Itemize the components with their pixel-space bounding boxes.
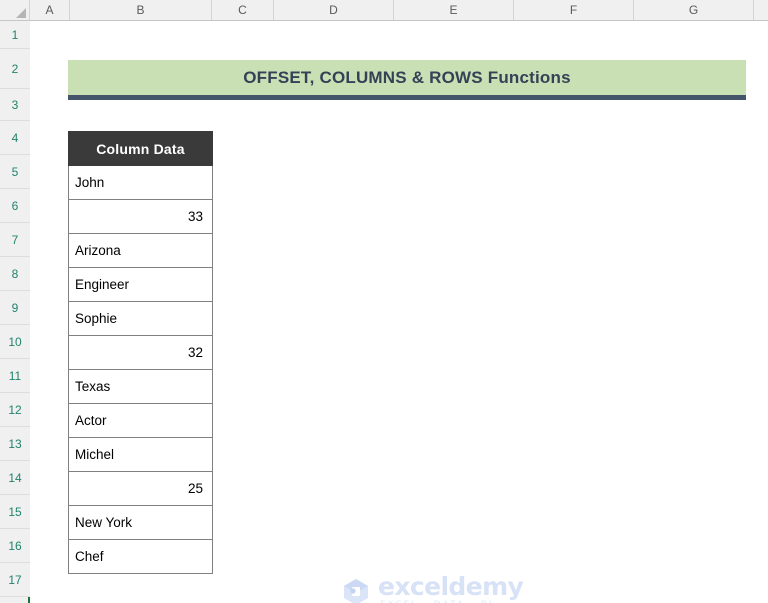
table-row: Arizona [68, 233, 213, 268]
table-row: Sophie [68, 301, 213, 336]
row-header-column: 1 2 3 4 5 6 7 8 9 10 11 12 13 14 15 16 17 [0, 21, 30, 603]
column-header-b[interactable]: B [70, 0, 212, 20]
column-header-a[interactable]: A [30, 0, 70, 20]
table-row: Texas [68, 369, 213, 404]
column-header-c[interactable]: C [212, 0, 274, 20]
exceldemy-cube-logo-icon [344, 578, 368, 603]
table-cell-4[interactable]: Engineer [68, 267, 213, 302]
table-row: New York [68, 505, 213, 540]
row-header-7[interactable]: 7 [0, 223, 30, 257]
table-cell-2[interactable]: 33 [68, 199, 213, 234]
row-header-6[interactable]: 6 [0, 189, 30, 223]
table-cell-3[interactable]: Arizona [68, 233, 213, 268]
table-cell-10[interactable]: 25 [68, 471, 213, 506]
table-row: 25 [68, 471, 213, 506]
table-row: 33 [68, 199, 213, 234]
row-header-12[interactable]: 12 [0, 393, 30, 427]
table-row: John [68, 165, 213, 200]
row-header-15[interactable]: 15 [0, 495, 30, 529]
table-row: 32 [68, 335, 213, 370]
watermark-brand-name: exceldemy [378, 572, 524, 601]
table-header-row: Column Data [68, 131, 213, 166]
table-cell-5[interactable]: Sophie [68, 301, 213, 336]
title-banner: OFFSET, COLUMNS & ROWS Functions [68, 60, 746, 100]
table-cell-9[interactable]: Michel [68, 437, 213, 472]
watermark-text-group: exceldemy EXCEL · DATA · BI [378, 572, 524, 603]
table-cell-7[interactable]: Texas [68, 369, 213, 404]
table-cell-12[interactable]: Chef [68, 539, 213, 574]
table-cell-6[interactable]: 32 [68, 335, 213, 370]
select-all-triangle-icon [16, 8, 26, 18]
worksheet-grid[interactable]: OFFSET, COLUMNS & ROWS Functions Column … [32, 21, 768, 603]
row-header-1[interactable]: 1 [0, 21, 30, 49]
table-cell-1[interactable]: John [68, 165, 213, 200]
table-head: Column Data [68, 131, 213, 166]
row-header-2[interactable]: 2 [0, 49, 30, 89]
row-header-14[interactable]: 14 [0, 461, 30, 495]
table-row: Chef [68, 539, 213, 574]
column-header-e[interactable]: E [394, 0, 514, 20]
row-header-9[interactable]: 9 [0, 291, 30, 325]
column-header-row: ABCDEFG [0, 0, 768, 21]
column-header-d[interactable]: D [274, 0, 394, 20]
row-header-8[interactable]: 8 [0, 257, 30, 291]
column-data-table: Column Data John 33 Arizona Engineer Sophie 3… [68, 131, 213, 574]
table-header-column-data: Column Data [68, 131, 213, 166]
table-row: Actor [68, 403, 213, 438]
row-header-17[interactable]: 17 [0, 563, 30, 597]
excel-worksheet: ABCDEFG 1 2 3 4 5 6 7 8 9 10 11 12 13 14 15 16 17 OFFSET… [0, 0, 768, 603]
table-row: Michel [68, 437, 213, 472]
column-header-f[interactable]: F [514, 0, 634, 20]
row-header-3[interactable]: 3 [0, 89, 30, 121]
table-body: John 33 Arizona Engineer Sophie 32 Texas Actor M… [68, 165, 213, 574]
table-row: Engineer [68, 267, 213, 302]
table-cell-11[interactable]: New York [68, 505, 213, 540]
row-header-5[interactable]: 5 [0, 155, 30, 189]
row-header-10[interactable]: 10 [0, 325, 30, 359]
table-cell-8[interactable]: Actor [68, 403, 213, 438]
exceldemy-watermark: exceldemy EXCEL · DATA · BI [341, 572, 524, 603]
row-header-4[interactable]: 4 [0, 121, 30, 155]
column-header-g[interactable]: G [634, 0, 754, 20]
row-header-11[interactable]: 11 [0, 359, 30, 393]
select-all-corner-button[interactable] [0, 0, 30, 20]
row-header-13[interactable]: 13 [0, 427, 30, 461]
page-title: OFFSET, COLUMNS & ROWS Functions [243, 67, 571, 87]
row-header-16[interactable]: 16 [0, 529, 30, 563]
